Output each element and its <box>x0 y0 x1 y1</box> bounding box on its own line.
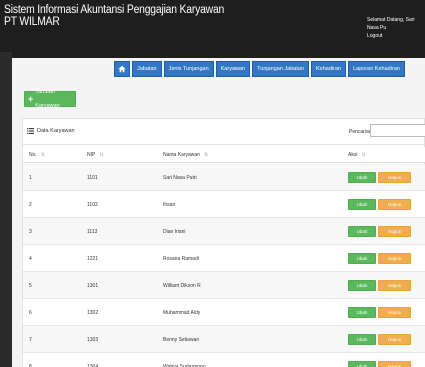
nav-tunjangan-jabatan[interactable]: Tunjangan Jabatan <box>252 61 309 77</box>
cell-no: 6 <box>29 310 32 316</box>
sort-icon: ⇅ <box>203 152 209 158</box>
cell-nama: William Dikson R <box>163 283 201 289</box>
home-icon <box>118 65 126 73</box>
card-title-text: Data Karyawan <box>37 128 75 134</box>
logout-link[interactable]: Logout <box>367 32 423 40</box>
table-row: 3 1113 Dian Iriani Ubah Karyawan Hapus Karya… <box>23 218 425 245</box>
sort-icon: ⇅ <box>99 152 104 158</box>
edit-employee-button[interactable]: Ubah Karyawan <box>348 307 376 325</box>
nav-jenis-tunjangan[interactable]: Jenis Tunjangan <box>163 61 214 77</box>
card-title: Data Karyawan <box>27 128 75 134</box>
edit-employee-button[interactable]: Ubah Karyawan <box>348 361 376 367</box>
edit-employee-button[interactable]: Ubah Karyawan <box>348 172 376 190</box>
edit-employee-button[interactable]: Ubah Karyawan <box>348 253 376 271</box>
column-header-nama[interactable]: Nama Karyawan ⇅ <box>163 152 208 158</box>
delete-employee-button[interactable]: Hapus Karyawan <box>378 334 411 352</box>
left-edge <box>0 52 12 367</box>
add-employee-label: Tambah Karyawan <box>35 89 60 109</box>
add-employee-button[interactable]: + Tambah Karyawan <box>24 89 76 109</box>
cell-nama: Benny Setiawan <box>163 337 200 343</box>
table-row: 7 1303 Benny Setiawan Ubah Karyawan Hapus Ka… <box>23 326 425 353</box>
table-row: 5 1301 William Dikson R Ubah Karyawan Hapus … <box>23 272 425 299</box>
cell-nama: Dian Iriani <box>163 229 186 235</box>
cell-nip: 1113 <box>87 229 98 235</box>
app-title-line2: PT WILMAR <box>4 16 60 28</box>
delete-employee-button[interactable]: Hapus Karyawan <box>378 172 411 190</box>
nav-kehadiran[interactable]: Kehadiran <box>311 61 347 77</box>
table-row: 4 1221 Rosana Ramadi Ubah Karyawan Hapus Kar… <box>23 245 425 272</box>
nav-home-button[interactable] <box>114 61 130 77</box>
cell-no: 2 <box>29 202 32 208</box>
cell-nama: Ihsan <box>163 202 176 208</box>
delete-employee-button[interactable]: Hapus Karyawan <box>378 307 411 325</box>
cell-nip: 1101 <box>87 175 98 181</box>
column-header-aksi[interactable]: Aksi ⇅ <box>348 152 366 158</box>
cell-nip: 1102 <box>87 202 98 208</box>
cell-nip: 1301 <box>87 283 99 289</box>
delete-employee-button[interactable]: Hapus Karyawan <box>378 226 411 244</box>
list-icon <box>27 128 34 134</box>
cell-no: 3 <box>29 229 32 235</box>
table-row: 2 1102 Ihsan Ubah Karyawan Hapus Karyawan <box>23 191 425 218</box>
plus-icon: + <box>28 94 34 104</box>
column-header-no[interactable]: No. ⇅ <box>29 152 45 158</box>
app-title-line1: Sistem Informasi Akuntansi Penggajian Ka… <box>4 4 225 16</box>
search-input[interactable] <box>370 124 425 137</box>
table-header: No. ⇅ NIP ⇅ Nama Karyawan ⇅ Aksi ⇅ <box>23 147 425 163</box>
table-row: 81304Wahyu SudarmonoUbah KaryawanHapus K… <box>23 353 425 367</box>
welcome-text: Selamat Datang, Sari Nasa Pu <box>367 17 415 31</box>
cell-nama: Rosana Ramadi <box>163 256 199 262</box>
nav-laporan-kehadiran[interactable]: Laporan Kehadiran <box>348 61 405 77</box>
table-row: 1 1101 Sari Nasa Putri Ubah Karyawan Hapus K… <box>23 164 425 191</box>
edit-employee-button[interactable]: Ubah Karyawan <box>348 280 376 298</box>
delete-employee-button[interactable]: Hapus Karyawan <box>378 361 411 367</box>
nav-karyawan[interactable]: Karyawan <box>215 61 251 77</box>
cell-no: 5 <box>29 283 32 289</box>
nav-jabatan[interactable]: Jabatan <box>132 61 162 77</box>
sort-icon: ⇅ <box>40 152 45 158</box>
app-title: Sistem Informasi Akuntansi Penggajian Ka… <box>4 4 224 28</box>
table-row: 6 1302 Muhammad Aldy Ubah Karyawan Hapus Kar… <box>23 299 425 326</box>
cell-no: 1 <box>29 175 32 181</box>
cell-nip: 1303 <box>87 337 99 343</box>
user-welcome: Selamat Datang, Sari Nasa Pu Logout <box>367 16 423 40</box>
cell-nip: 1302 <box>87 310 99 316</box>
cell-no: 4 <box>29 256 32 262</box>
edit-employee-button[interactable]: Ubah Karyawan <box>348 199 376 217</box>
employee-data-card: Data Karyawan Pencarian: No. ⇅ NIP ⇅ Nama … <box>22 118 425 367</box>
delete-employee-button[interactable]: Hapus Karyawan <box>378 280 411 298</box>
main-nav: Jabatan Jenis Tunjangan Karyawan Tunjang… <box>114 61 405 77</box>
card-header: Data Karyawan Pencarian: <box>23 119 425 145</box>
cell-nama: Muhammad Aldy <box>163 310 201 316</box>
cell-no: 7 <box>29 337 32 343</box>
cell-nip: 1221 <box>87 256 99 262</box>
column-header-nip[interactable]: NIP ⇅ <box>87 152 104 158</box>
delete-employee-button[interactable]: Hapus Karyawan <box>378 253 411 271</box>
edit-employee-button[interactable]: Ubah Karyawan <box>348 334 376 352</box>
top-header: Sistem Informasi Akuntansi Penggajian Ka… <box>0 0 425 52</box>
delete-employee-button[interactable]: Hapus Karyawan <box>378 199 411 217</box>
edit-employee-button[interactable]: Ubah Karyawan <box>348 226 376 244</box>
sort-icon: ⇅ <box>361 152 366 158</box>
cell-nama: Sari Nasa Putri <box>163 175 197 181</box>
